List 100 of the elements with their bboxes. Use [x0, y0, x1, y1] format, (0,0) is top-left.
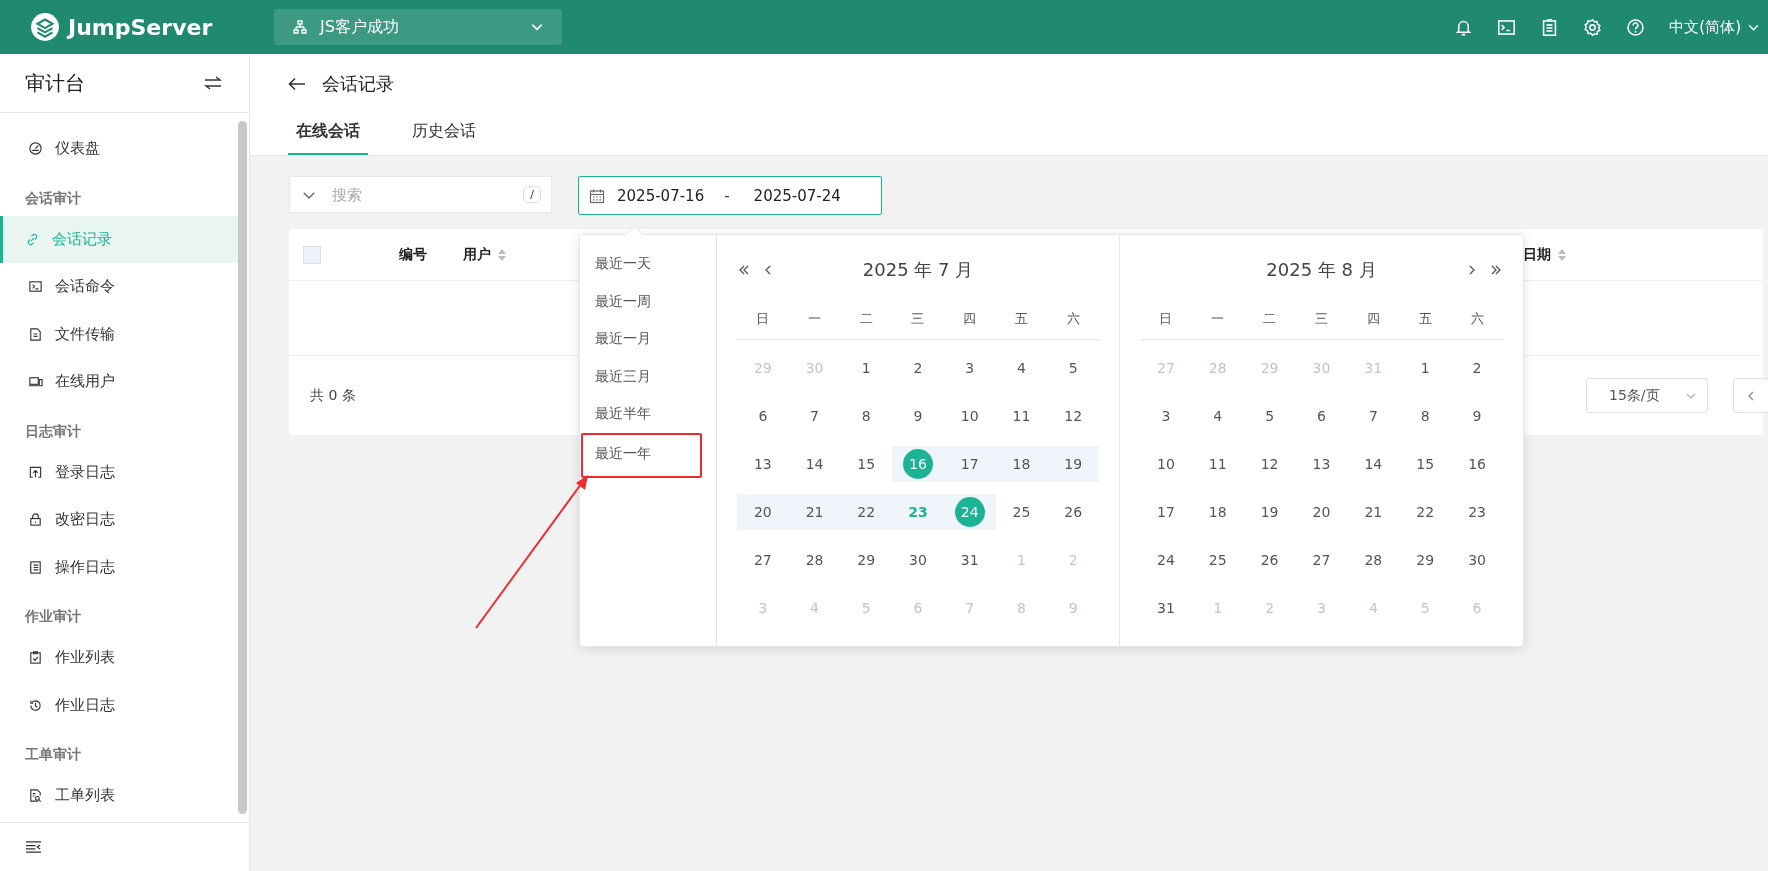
calendar-day[interactable]: 24 — [1150, 545, 1181, 575]
calendar-day[interactable]: 15 — [1410, 449, 1441, 479]
calendar-day[interactable]: 2 — [903, 353, 933, 383]
calendar-day[interactable]: 3 — [954, 353, 985, 383]
weekday-label: 一 — [807, 310, 823, 328]
calendar-day[interactable]: 30 — [1462, 545, 1493, 575]
weekday-label: 日 — [1158, 310, 1174, 328]
sidebar-group-label: 会话审计 — [24, 188, 82, 208]
weekday-label: 三 — [910, 310, 926, 328]
calendar-day[interactable]: 14 — [1358, 449, 1389, 479]
calendar-day[interactable]: 31 — [954, 545, 985, 575]
calendar-day[interactable]: 31 — [1150, 593, 1181, 623]
calendar-day[interactable]: 1 — [851, 353, 882, 383]
calendar-day[interactable]: 13 — [747, 449, 778, 479]
calendar-day[interactable]: 16 — [1462, 449, 1493, 479]
sidebar-item[interactable]: 操作日志 — [0, 543, 238, 591]
calendar-day[interactable]: 2 — [1462, 353, 1493, 383]
calendar-day[interactable]: 28 — [1358, 545, 1389, 575]
tab[interactable]: 历史会话 — [404, 110, 484, 155]
sidebar-group-label: 日志审计 — [24, 421, 82, 441]
sidebar-item[interactable]: 作业列表 — [0, 634, 238, 682]
language-selector[interactable]: 中文(简体) — [1669, 17, 1760, 37]
calendar-day[interactable]: 20 — [1306, 497, 1337, 527]
calendar-day[interactable]: 29 — [1410, 545, 1441, 575]
total-count: 共 0 条 — [310, 386, 356, 405]
column-header: 编号 — [399, 245, 427, 264]
date-shortcut[interactable]: 最近一天 — [580, 245, 716, 283]
date-shortcut[interactable]: 最近三月 — [580, 357, 716, 395]
calendar-day[interactable]: 27 — [747, 545, 778, 575]
weekday-label: 二 — [858, 310, 874, 328]
calendar-day[interactable]: 22 — [1410, 497, 1441, 527]
sidebar-item[interactable]: 会话命令 — [0, 263, 238, 311]
calendar-day[interactable]: 26 — [1254, 545, 1285, 575]
calendar-day[interactable]: 13 — [1306, 449, 1337, 479]
calendar-day[interactable]: 9 — [903, 401, 933, 431]
sidebar-title: 审计台 — [25, 69, 85, 97]
calendar-day[interactable]: 7 — [799, 401, 830, 431]
weekday-label: 五 — [1417, 310, 1433, 328]
page-size-select[interactable]: 15条/页 — [1586, 378, 1708, 413]
month-title: 2025 年 8 月 — [1265, 258, 1378, 282]
calendar-day[interactable]: 11 — [1202, 449, 1233, 479]
calendar-day[interactable]: 12 — [1058, 401, 1089, 431]
calendar-day[interactable]: 25 — [1006, 497, 1037, 527]
calendar-day[interactable]: 15 — [851, 449, 882, 479]
calendar-day[interactable]: 14 — [799, 449, 830, 479]
calendar-day[interactable]: 25 — [1202, 545, 1233, 575]
calendar-day[interactable]: 5 — [1058, 353, 1089, 383]
calendar-day[interactable]: 26 — [1058, 497, 1089, 527]
search-input[interactable]: 搜索 — [330, 184, 510, 205]
weekday-label: 五 — [1013, 310, 1029, 328]
calendar-day[interactable]: 19 — [1254, 497, 1285, 527]
sidebar-item[interactable]: 登录日志 — [0, 448, 238, 496]
calendar-day[interactable]: 1 — [1410, 353, 1441, 383]
date-shortcut[interactable]: 最近一月 — [580, 320, 716, 358]
brand-name: JumpServer — [68, 14, 213, 40]
date-range-field[interactable]: 2025-07-16 - 2025-07-24 — [578, 176, 882, 215]
sidebar-item[interactable]: 在线用户 — [0, 358, 238, 406]
weekday-label: 二 — [1262, 310, 1278, 328]
calendar-day[interactable]: 27 — [1306, 545, 1337, 575]
month-title: 2025 年 7 月 — [861, 258, 975, 282]
start-date: 2025-07-16 — [617, 186, 705, 205]
calendar-day[interactable]: 10 — [954, 401, 985, 431]
weekday-label: 六 — [1469, 310, 1485, 328]
sidebar-item[interactable]: 工单列表 — [0, 772, 238, 820]
calendar-day[interactable]: 8 — [1410, 401, 1441, 431]
weekday-label: 六 — [1065, 310, 1081, 328]
sidebar-item[interactable]: 文件传输 — [0, 310, 238, 358]
shortcut-key: / — [523, 186, 541, 203]
calendar-day[interactable]: 7 — [1358, 401, 1389, 431]
calendar-day[interactable]: 4 — [1202, 401, 1233, 431]
search-field[interactable]: 搜索 / — [289, 176, 552, 213]
calendar-day[interactable]: 12 — [1254, 449, 1285, 479]
weekday-label: 日 — [755, 310, 771, 328]
calendar-day[interactable]: 5 — [1254, 401, 1285, 431]
calendar-day[interactable]: 28 — [799, 545, 830, 575]
column-header: 日期 — [1523, 245, 1551, 264]
weekday-label: 一 — [1210, 310, 1226, 328]
calendar-day[interactable]: 29 — [851, 545, 882, 575]
calendar-day[interactable]: 6 — [747, 401, 778, 431]
sidebar-item[interactable]: 仪表盘 — [0, 125, 238, 173]
calendar-day[interactable]: 11 — [1006, 401, 1037, 431]
date-shortcut[interactable]: 最近一年 — [581, 432, 702, 478]
date-shortcut[interactable]: 最近半年 — [580, 395, 716, 433]
calendar-day[interactable]: 3 — [1150, 401, 1181, 431]
calendar-day[interactable]: 10 — [1150, 449, 1181, 479]
calendar-day[interactable]: 21 — [1358, 497, 1389, 527]
sidebar-item[interactable]: 作业日志 — [0, 681, 238, 729]
calendar-day[interactable]: 18 — [1202, 497, 1233, 527]
weekday-label: 四 — [962, 310, 978, 328]
calendar-day[interactable]: 17 — [1150, 497, 1181, 527]
sidebar-item[interactable]: 改密日志 — [0, 496, 238, 544]
calendar-day[interactable]: 6 — [1306, 401, 1337, 431]
calendar-day[interactable]: 8 — [851, 401, 882, 431]
calendar-day[interactable]: 4 — [1006, 353, 1037, 383]
calendar-day[interactable]: 30 — [903, 545, 933, 575]
weekday-label: 四 — [1365, 310, 1381, 328]
end-date: 2025-07-24 — [753, 186, 841, 205]
date-shortcut[interactable]: 最近一周 — [580, 282, 716, 320]
calendar-day[interactable]: 23 — [1462, 497, 1493, 527]
calendar-day[interactable]: 9 — [1462, 401, 1493, 431]
